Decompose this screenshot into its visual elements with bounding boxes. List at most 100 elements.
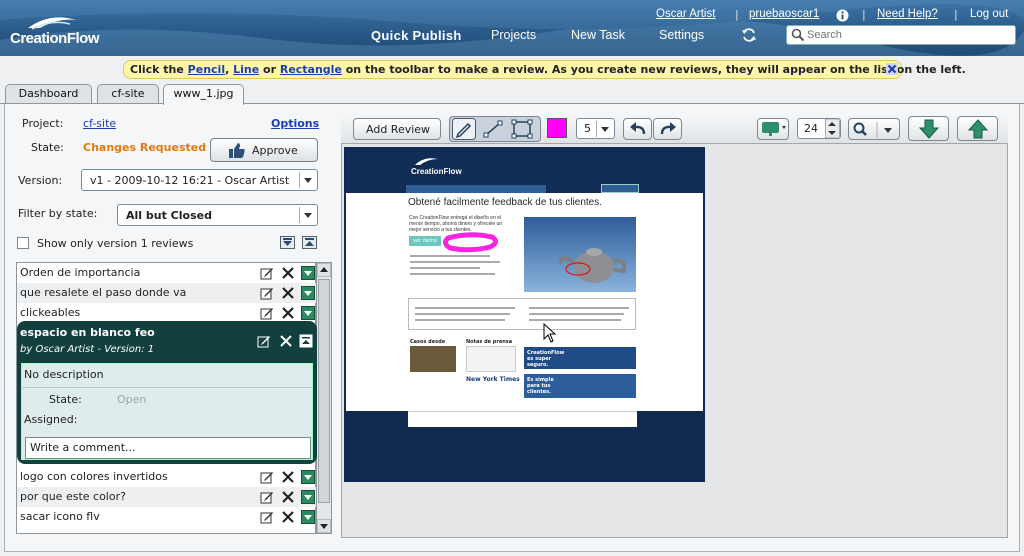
- nav-new-task[interactable]: New Task: [571, 28, 625, 42]
- add-review-button[interactable]: Add Review: [353, 118, 441, 140]
- close-icon[interactable]: [279, 334, 293, 348]
- expand-icon[interactable]: [301, 490, 315, 504]
- review-row[interactable]: clickeables: [17, 303, 317, 323]
- close-icon[interactable]: [281, 490, 295, 504]
- preview-cta: ver demo: [409, 236, 441, 246]
- expand-icon[interactable]: [301, 266, 315, 280]
- preview-nyt: New York Times: [466, 376, 520, 383]
- rectangle-link[interactable]: Rectangle: [280, 63, 342, 76]
- collapse-icon[interactable]: [299, 334, 313, 348]
- rectangle-tool-button[interactable]: [509, 118, 535, 140]
- state-value: Changes Requested: [83, 141, 207, 154]
- review-list-scrollbar[interactable]: [316, 262, 332, 534]
- pencil-tool-button[interactable]: [452, 118, 476, 140]
- scroll-down-icon[interactable]: [317, 519, 331, 533]
- filter-value: All but Closed: [126, 209, 212, 222]
- scroll-thumb[interactable]: [318, 279, 330, 503]
- expand-all-button[interactable]: [280, 236, 295, 249]
- edit-icon[interactable]: [260, 490, 274, 504]
- divider: [22, 387, 312, 388]
- review-row[interactable]: logo con colores invertidos: [17, 467, 317, 487]
- stroke-size-select[interactable]: 5: [576, 118, 615, 139]
- expanded-review[interactable]: espacio en blanco feo by Oscar Artist - …: [17, 321, 317, 464]
- preview-promo-2: Es simple para tus clientes.: [524, 374, 636, 398]
- search-box[interactable]: [786, 25, 1016, 45]
- assigned-label: Assigned:: [24, 413, 78, 426]
- pencil-link[interactable]: Pencil: [188, 63, 225, 76]
- separator: |: [954, 8, 958, 21]
- screen-icon: [762, 122, 786, 136]
- version-select[interactable]: v1 - 2009-10-12 16:21 - Oscar Artist: [81, 169, 318, 191]
- zoom-value: 24: [804, 122, 818, 135]
- line-tool-button[interactable]: [481, 118, 505, 140]
- collapse-all-icon: [305, 238, 314, 246]
- chevron-down-icon: [596, 121, 609, 137]
- close-icon[interactable]: [281, 470, 295, 484]
- tab-www-1-jpg[interactable]: www_1.jpg: [163, 84, 244, 105]
- review-title: logo con colores invertidos: [20, 470, 168, 483]
- nav-quick-publish[interactable]: Quick Publish: [371, 28, 462, 43]
- help-link[interactable]: Need Help?: [877, 8, 938, 20]
- redo-button[interactable]: [653, 118, 682, 140]
- nav-settings[interactable]: Settings: [659, 28, 704, 42]
- preview-press-image: [466, 346, 516, 372]
- expand-icon[interactable]: [301, 470, 315, 484]
- edit-icon[interactable]: [260, 266, 274, 280]
- preview-promo-1: CreationFlow es super seguro.: [524, 347, 636, 369]
- nav-projects[interactable]: Projects: [491, 28, 536, 42]
- info-icon[interactable]: [836, 9, 849, 22]
- color-swatch[interactable]: [547, 118, 567, 138]
- close-icon[interactable]: [281, 510, 295, 524]
- close-icon[interactable]: [281, 306, 295, 320]
- next-review-button[interactable]: [908, 116, 949, 141]
- notice-text: on the toolbar to make a review. As you …: [341, 63, 966, 76]
- presentation-button[interactable]: [757, 118, 789, 140]
- logout-link[interactable]: Log out: [970, 8, 1008, 20]
- review-title: que resalete el paso donde va: [20, 286, 187, 299]
- tab-dashboard[interactable]: Dashboard: [5, 84, 92, 103]
- edit-icon[interactable]: [260, 510, 274, 524]
- review-row[interactable]: sacar icono flv: [17, 507, 317, 527]
- expand-icon[interactable]: [301, 286, 315, 300]
- account-link[interactable]: pruebaoscar1: [749, 8, 819, 20]
- approve-button[interactable]: Approve: [210, 138, 318, 162]
- search-input[interactable]: [807, 27, 1007, 43]
- review-image-canvas[interactable]: CreationFlow Obtené facilmente feedback …: [344, 147, 705, 482]
- separator: |: [862, 8, 866, 21]
- teapot-icon: [558, 248, 627, 283]
- close-icon[interactable]: [281, 286, 295, 300]
- stepper-arrows-icon[interactable]: [825, 119, 840, 138]
- line-link[interactable]: Line: [233, 63, 259, 76]
- zoom-stepper[interactable]: 24: [797, 118, 841, 139]
- previous-review-button[interactable]: [957, 116, 998, 141]
- logo-text[interactable]: CreationFlow: [10, 30, 100, 47]
- collapse-all-button[interactable]: [302, 236, 317, 249]
- close-icon[interactable]: [281, 266, 295, 280]
- arrow-down-icon: [918, 119, 940, 139]
- review-row[interactable]: por que este color?: [17, 487, 317, 507]
- user-name-link[interactable]: Oscar Artist: [656, 8, 715, 20]
- undo-button[interactable]: [623, 118, 652, 140]
- scroll-up-icon[interactable]: [317, 263, 331, 277]
- zoom-menu-button[interactable]: [848, 118, 900, 140]
- tab-cf-site[interactable]: cf-site: [97, 84, 159, 103]
- expand-icon[interactable]: [301, 306, 315, 320]
- instruction-notice: Click the Pencil, Line or Rectangle on t…: [123, 60, 966, 79]
- options-link[interactable]: Options: [271, 117, 319, 130]
- project-link[interactable]: cf-site: [83, 117, 116, 130]
- filter-select[interactable]: All but Closed: [117, 204, 318, 226]
- review-row[interactable]: que resalete el paso donde va: [17, 283, 317, 303]
- edit-icon[interactable]: [260, 286, 274, 300]
- close-icon[interactable]: [886, 63, 898, 75]
- edit-icon[interactable]: [257, 334, 271, 348]
- show-only-checkbox[interactable]: [17, 237, 29, 249]
- review-title: Orden de importancia: [20, 266, 141, 279]
- expand-icon[interactable]: [301, 510, 315, 524]
- edit-icon[interactable]: [260, 306, 274, 320]
- notice-text: ,: [225, 63, 234, 76]
- edit-icon[interactable]: [260, 470, 274, 484]
- undo-icon: [630, 122, 646, 135]
- review-row[interactable]: Orden de importancia: [17, 263, 317, 283]
- refresh-icon[interactable]: [741, 27, 757, 43]
- comment-input[interactable]: Write a comment...: [25, 437, 311, 459]
